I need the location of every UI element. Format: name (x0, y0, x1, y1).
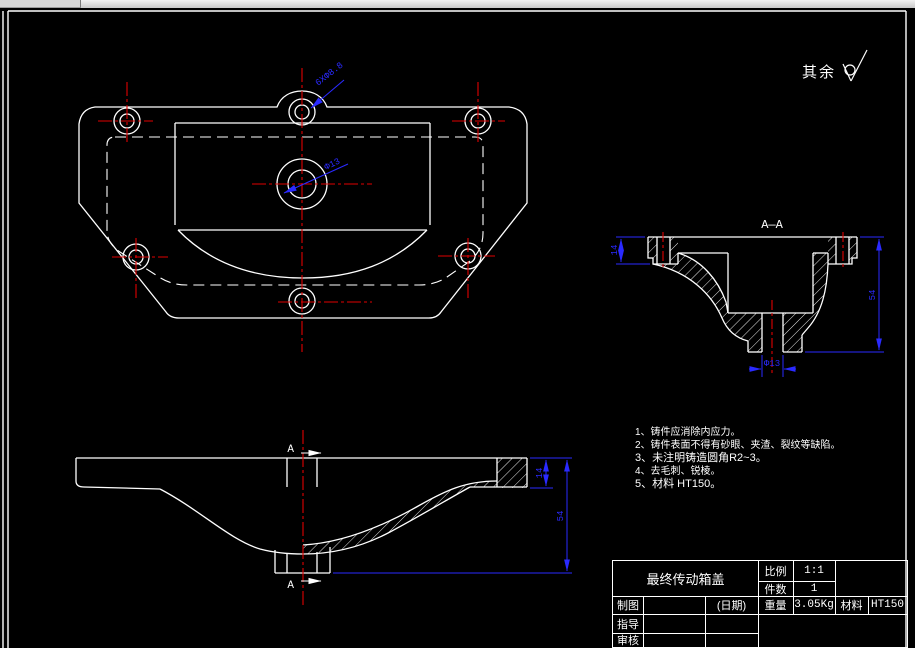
side-outline (75, 457, 528, 574)
supervisor-label: 指导 (617, 618, 639, 631)
top-view: 6XΦ8.8 Φ13 (78, 61, 528, 352)
scale-value: 1:1 (804, 565, 824, 577)
side-dim-54: 54 (556, 511, 566, 522)
date-label: (日期) (716, 600, 747, 612)
cut-plane-arrows (301, 449, 322, 585)
note-line: 4、去毛刺、锐棱。 (635, 466, 721, 477)
section-view: A—A 14 54 Φ13 (610, 218, 884, 377)
cut-label-top: A (287, 444, 294, 456)
note-line: 2、铸件表面不得有砂眼、夹渣、裂纹等缺陷。 (635, 440, 841, 451)
note-line: 5、材料 HT150。 (635, 478, 722, 490)
part-name: 最终传动箱盖 (646, 572, 725, 587)
top-view-centerlines (98, 68, 505, 352)
weight-value: 3.05Kg (794, 599, 834, 611)
side-view: A A 14 54 (75, 430, 572, 607)
surface-roughness-icon (842, 49, 868, 82)
cad-canvas[interactable]: 6XΦ8.8 Φ13 A—A 14 54 Φ13 A A 14 54 1、铸件应… (0, 0, 915, 648)
section-dim-54: 54 (868, 290, 878, 301)
reviewer-label: 审核 (617, 635, 639, 647)
weight-label: 重量 (764, 600, 787, 612)
qty-value: 1 (810, 582, 818, 595)
qty-label: 件数 (764, 583, 787, 596)
note-line: 3、未注明铸造圆角R2~3。 (635, 452, 767, 464)
material-label: 材料 (840, 600, 863, 612)
cut-label-bottom: A (287, 580, 294, 592)
technical-notes: 1、铸件应消除内应力。 2、铸件表面不得有砂眼、夹渣、裂纹等缺陷。 3、未注明铸… (635, 426, 841, 491)
surface-finish-label: 其余 (802, 64, 837, 81)
section-dim-hole: Φ13 (764, 359, 780, 369)
drawing-sheet: 6XΦ8.8 Φ13 A—A 14 54 Φ13 A A 14 54 (2, 10, 907, 648)
drafter-label: 制图 (617, 600, 639, 612)
material-value: HT150 (870, 599, 904, 611)
section-hatch (648, 237, 857, 352)
bolt-holes-dimension: 6XΦ8.8 (314, 61, 346, 89)
title-block: 最终传动箱盖 比例 1:1 件数 1 制图 (日期) 重量 3.05Kg 材料 … (612, 560, 908, 648)
side-dim-14: 14 (535, 468, 545, 479)
section-dim-14: 14 (610, 245, 620, 256)
section-title: A—A (761, 218, 783, 232)
center-hole-dimension: Φ13 (323, 157, 342, 173)
note-line: 1、铸件应消除内应力。 (635, 427, 741, 438)
scale-label: 比例 (764, 566, 787, 578)
